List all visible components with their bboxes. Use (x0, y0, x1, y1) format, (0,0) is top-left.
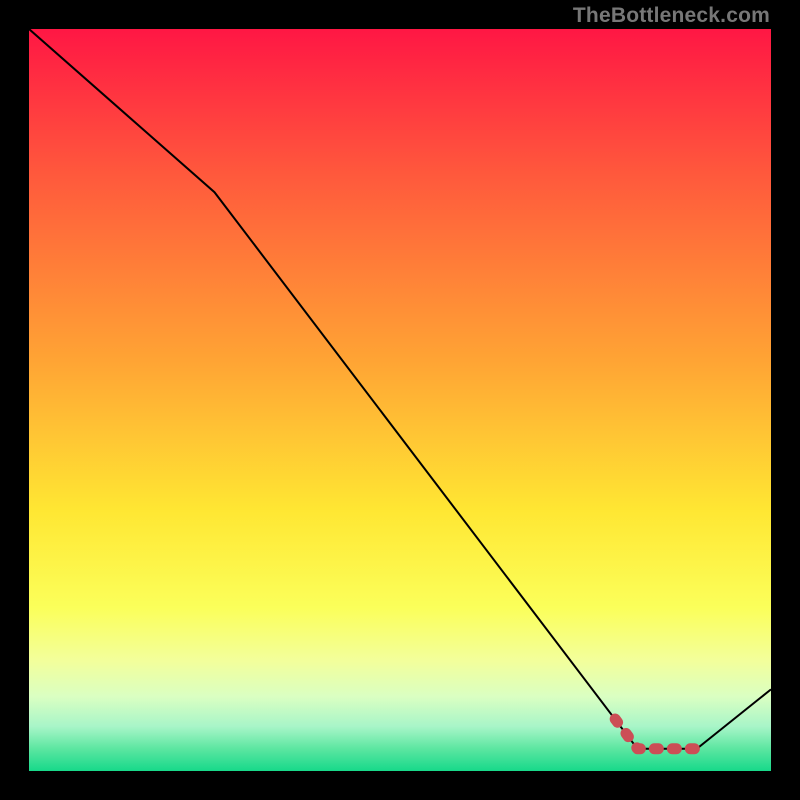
gradient-rect (29, 29, 771, 771)
chart-svg (29, 29, 771, 771)
plot-area (29, 29, 771, 771)
attribution-label: TheBottleneck.com (573, 4, 770, 28)
chart-container: TheBottleneck.com (0, 0, 800, 800)
